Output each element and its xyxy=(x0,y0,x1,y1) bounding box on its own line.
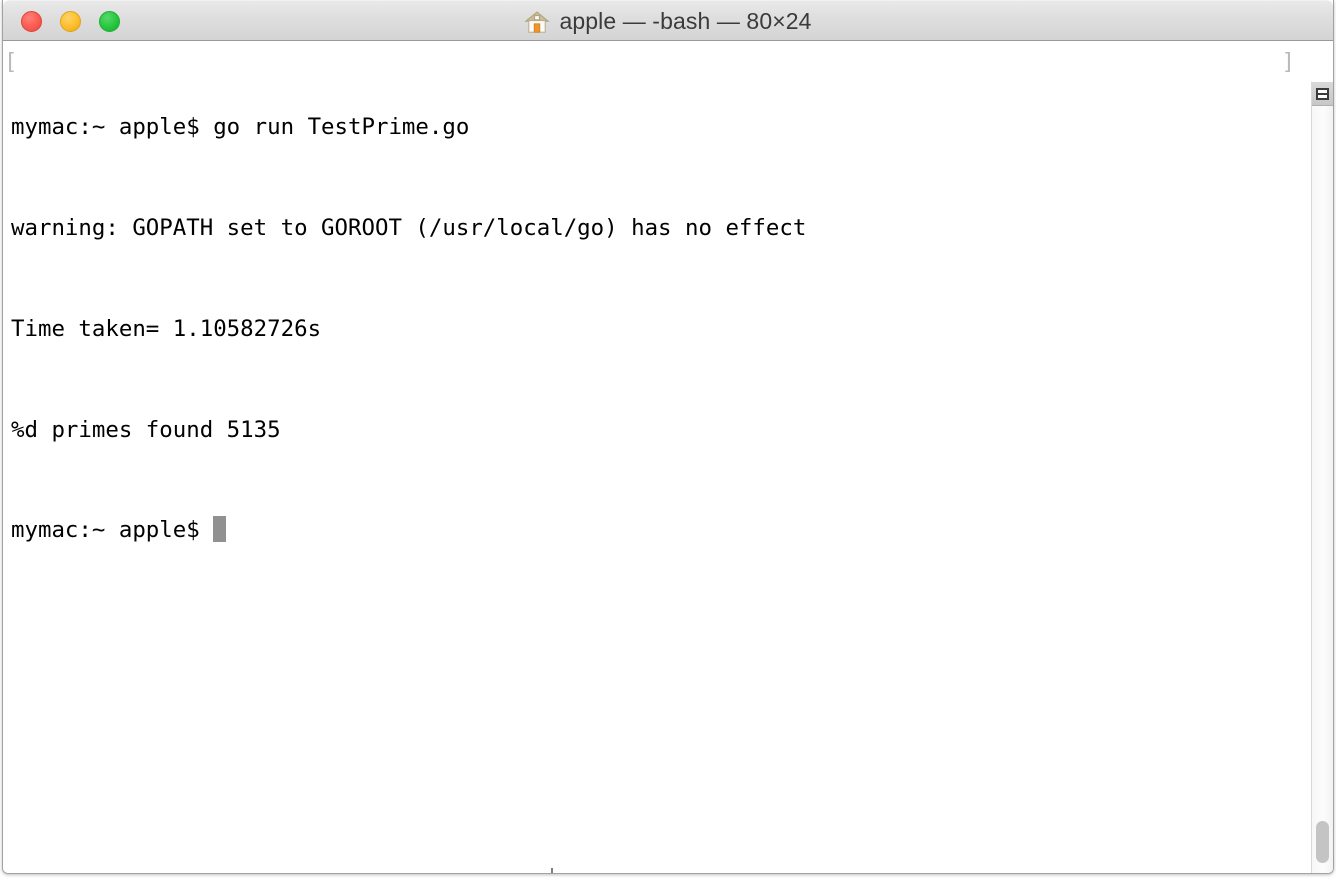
scrollbar-thumb[interactable] xyxy=(1316,821,1329,863)
terminal-line: warning: GOPATH set to GOROOT (/usr/loca… xyxy=(11,214,807,241)
terminal-line: mymac:~ apple$ go run TestPrime.go xyxy=(11,114,470,141)
home-icon xyxy=(524,10,551,34)
terminal-prompt: mymac:~ apple$ xyxy=(11,517,214,544)
terminal-window: apple — -bash — 80×24 [ ] mymac:~ apple$… xyxy=(2,0,1334,874)
close-button[interactable] xyxy=(21,11,42,32)
window-resize-grip[interactable] xyxy=(551,868,553,873)
terminal-output: mymac:~ apple$ go run TestPrime.go warni… xyxy=(11,44,1293,615)
scroll-list-glyph xyxy=(1316,87,1329,100)
terminal-line: %d primes found 5135 xyxy=(11,416,281,443)
window-titlebar[interactable]: apple — -bash — 80×24 xyxy=(3,0,1333,41)
terminal-line: Time taken= 1.10582726s xyxy=(11,315,322,342)
window-title: apple — -bash — 80×24 xyxy=(559,8,812,34)
maximize-button[interactable] xyxy=(99,11,120,32)
terminal-prompt-line: mymac:~ apple$ xyxy=(11,514,1293,548)
minimize-button[interactable] xyxy=(60,11,81,32)
terminal-cursor xyxy=(213,516,227,543)
window-controls xyxy=(21,11,120,32)
title-group: apple — -bash — 80×24 xyxy=(3,1,1333,42)
vertical-scrollbar[interactable] xyxy=(1311,82,1333,873)
scroll-list-icon[interactable] xyxy=(1312,82,1333,106)
terminal-content-area[interactable]: [ ] mymac:~ apple$ go run TestPrime.go w… xyxy=(3,41,1333,873)
